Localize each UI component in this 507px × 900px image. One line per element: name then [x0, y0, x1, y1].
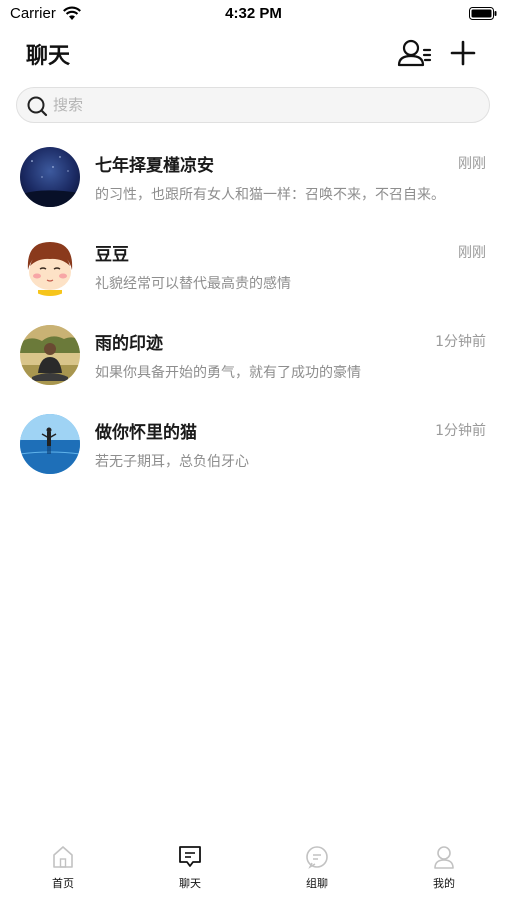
group-chat-icon	[306, 846, 328, 869]
nav-header: 聊天	[0, 34, 507, 74]
chat-name: 雨的印迹	[95, 334, 163, 354]
chat-time: 1分钟前	[435, 423, 486, 439]
chat-name: 豆豆	[95, 245, 129, 265]
chat-time: 1分钟前	[435, 334, 486, 350]
contacts-button[interactable]	[396, 36, 432, 70]
tab-label: 我的	[433, 877, 455, 890]
tab-label: 首页	[52, 877, 74, 890]
avatar-night-sky	[20, 147, 80, 207]
tab-chat[interactable]: 聊天	[150, 836, 230, 900]
tab-home[interactable]: 首页	[23, 836, 103, 900]
tab-label: 聊天	[179, 877, 201, 890]
search-input[interactable]	[53, 88, 473, 122]
chat-preview: 的习性，也跟所有女人和猫一样：召唤不来，不召自来。	[95, 187, 445, 203]
avatar-blue-lake	[20, 414, 80, 474]
contacts-icon	[397, 39, 432, 67]
chat-row-qinianzexia[interactable]: 七年择夏槿凉安 刚刚 的习性，也跟所有女人和猫一样：召唤不来，不召自来。	[0, 133, 507, 222]
tab-profile[interactable]: 我的	[404, 836, 484, 900]
chat-name: 七年择夏槿凉安	[95, 156, 214, 176]
add-button[interactable]	[448, 36, 478, 70]
chat-row-doudou[interactable]: 豆豆 刚刚 礼貌经常可以替代最高贵的感情	[0, 222, 507, 311]
chat-preview: 如果你具备开始的勇气，就有了成功的豪情	[95, 365, 361, 381]
avatar-cartoon-boy	[20, 236, 80, 296]
plus-icon	[450, 40, 476, 66]
tab-group-chat[interactable]: 组聊	[277, 836, 357, 900]
chat-list: 七年择夏槿凉安 刚刚 的习性，也跟所有女人和猫一样：召唤不来，不召自来。 豆豆 …	[0, 133, 507, 489]
chat-time: 刚刚	[458, 156, 486, 172]
search-bar[interactable]	[16, 87, 490, 123]
home-icon	[53, 846, 73, 868]
profile-icon	[434, 846, 454, 869]
chat-row-yudeyinji[interactable]: 雨的印迹 1分钟前 如果你具备开始的勇气，就有了成功的豪情	[0, 311, 507, 400]
search-icon	[27, 96, 48, 117]
chat-time: 刚刚	[458, 245, 486, 261]
status-bar: Carrier 4:32 PM	[0, 0, 507, 30]
chat-preview: 礼貌经常可以替代最高贵的感情	[95, 276, 291, 292]
tab-label: 组聊	[306, 877, 328, 890]
clock: 4:32 PM	[225, 5, 282, 22]
avatar-man-outdoors	[20, 325, 80, 385]
chat-preview: 若无子期耳，总负伯牙心	[95, 454, 249, 470]
battery-icon	[469, 7, 497, 20]
chat-row-zuonihuailidemao[interactable]: 做你怀里的猫 1分钟前 若无子期耳，总负伯牙心	[0, 400, 507, 489]
chat-icon	[179, 846, 201, 867]
tab-bar: 首页 聊天 组聊 我的	[0, 836, 507, 900]
chat-name: 做你怀里的猫	[95, 423, 197, 443]
page-title: 聊天	[26, 44, 71, 69]
